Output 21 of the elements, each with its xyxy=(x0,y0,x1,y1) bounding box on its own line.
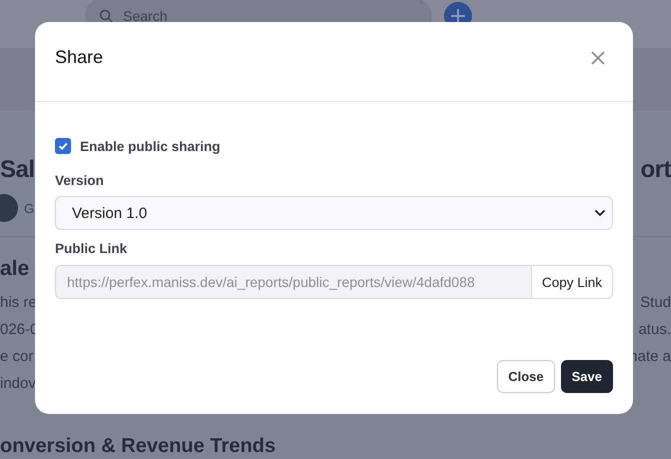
paragraph-text: indov xyxy=(0,374,36,394)
version-dropdown[interactable]: Version 1.0 xyxy=(55,196,613,230)
page-title: ort xyxy=(640,156,671,184)
chevron-down-icon[interactable] xyxy=(594,209,606,217)
author-name: G xyxy=(24,200,34,216)
paragraph-text: e cor xyxy=(0,347,34,367)
paragraph-text: Stud xyxy=(640,293,671,313)
section-heading: ale xyxy=(0,257,30,281)
search-input[interactable]: Search xyxy=(123,7,323,25)
checkbox-label: Enable public sharing xyxy=(80,138,220,154)
dialog-title: Share xyxy=(55,47,104,68)
paragraph-text: atus. xyxy=(638,320,671,340)
field-label: Version xyxy=(55,173,105,188)
dialog-button[interactable]: Save xyxy=(560,360,613,393)
field-label: Public Link xyxy=(55,241,128,256)
dialog-button[interactable]: Close xyxy=(497,360,555,393)
page-title: Sal xyxy=(0,156,35,184)
copy-link-button[interactable]: Copy Link xyxy=(530,265,613,299)
close-icon[interactable] xyxy=(590,50,606,66)
section-heading: onversion & Revenue Trends xyxy=(0,435,276,458)
search-icon[interactable] xyxy=(99,9,113,23)
